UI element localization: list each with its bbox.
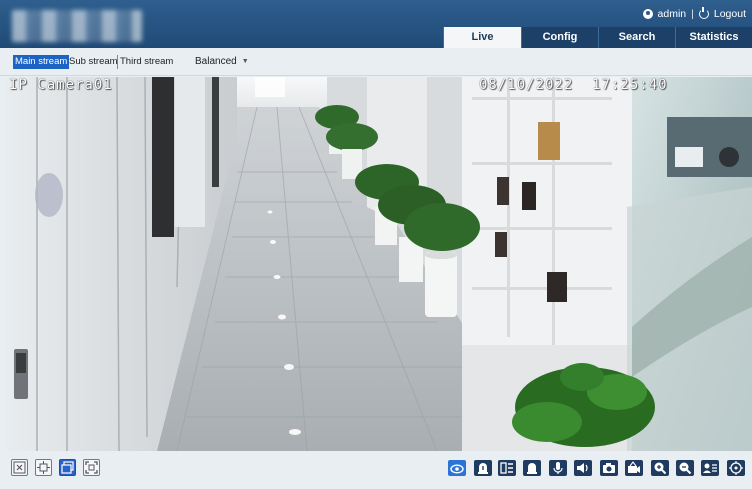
quality-value: Balanced [195, 56, 237, 67]
zoom-out-icon[interactable] [676, 460, 694, 476]
microphone-icon[interactable] [549, 460, 567, 476]
fit-window-icon[interactable] [35, 459, 52, 476]
username: admin [657, 8, 687, 20]
user-bar: admin | Logout [642, 7, 746, 20]
user-icon [642, 9, 653, 19]
stream-toolbar: Main stream Sub stream Third stream Bala… [0, 48, 752, 76]
speaker-icon[interactable] [574, 460, 592, 476]
power-icon[interactable] [698, 7, 709, 19]
camera-name-overlay: IP Camera01 [9, 77, 113, 93]
eye-live-icon[interactable] [448, 460, 466, 476]
camera-feed-image [7, 77, 752, 451]
fullscreen-icon[interactable] [83, 459, 100, 476]
close-window-icon[interactable] [11, 459, 28, 476]
brand-logo [12, 10, 142, 42]
quality-select[interactable]: Balanced ▼ [195, 56, 249, 67]
audio-alarm-icon[interactable] [498, 460, 516, 476]
top-header: admin | Logout Live Config Search Statis… [0, 0, 752, 48]
timestamp-overlay: 08/10/2022 17:25:40 [479, 77, 668, 93]
main-stream-button[interactable]: Main stream [13, 55, 70, 69]
tab-live[interactable]: Live [443, 27, 521, 48]
tab-statistics[interactable]: Statistics [675, 27, 752, 48]
zoom-in-icon[interactable] [651, 460, 669, 476]
alarm-output-icon[interactable] [523, 460, 541, 476]
record-icon[interactable] [625, 460, 643, 476]
user-separator: | [691, 8, 694, 20]
live-controls-bar [0, 451, 752, 489]
tab-config[interactable]: Config [521, 27, 598, 48]
chevron-down-icon: ▼ [241, 58, 249, 65]
tab-search[interactable]: Search [598, 27, 675, 48]
sub-stream-button[interactable]: Sub stream [67, 55, 120, 69]
ptz-icon[interactable] [727, 460, 745, 476]
live-video-view[interactable]: IP Camera01 08/10/2022 17:25:40 [7, 77, 752, 451]
window-layout-icon[interactable] [59, 459, 76, 476]
alarm-icon[interactable] [474, 460, 492, 476]
snapshot-icon[interactable] [600, 460, 618, 476]
face-detection-icon[interactable] [701, 460, 719, 476]
main-tabs: Live Config Search Statistics [443, 27, 752, 48]
third-stream-button[interactable]: Third stream [117, 55, 175, 69]
logout-link[interactable]: Logout [714, 8, 746, 20]
